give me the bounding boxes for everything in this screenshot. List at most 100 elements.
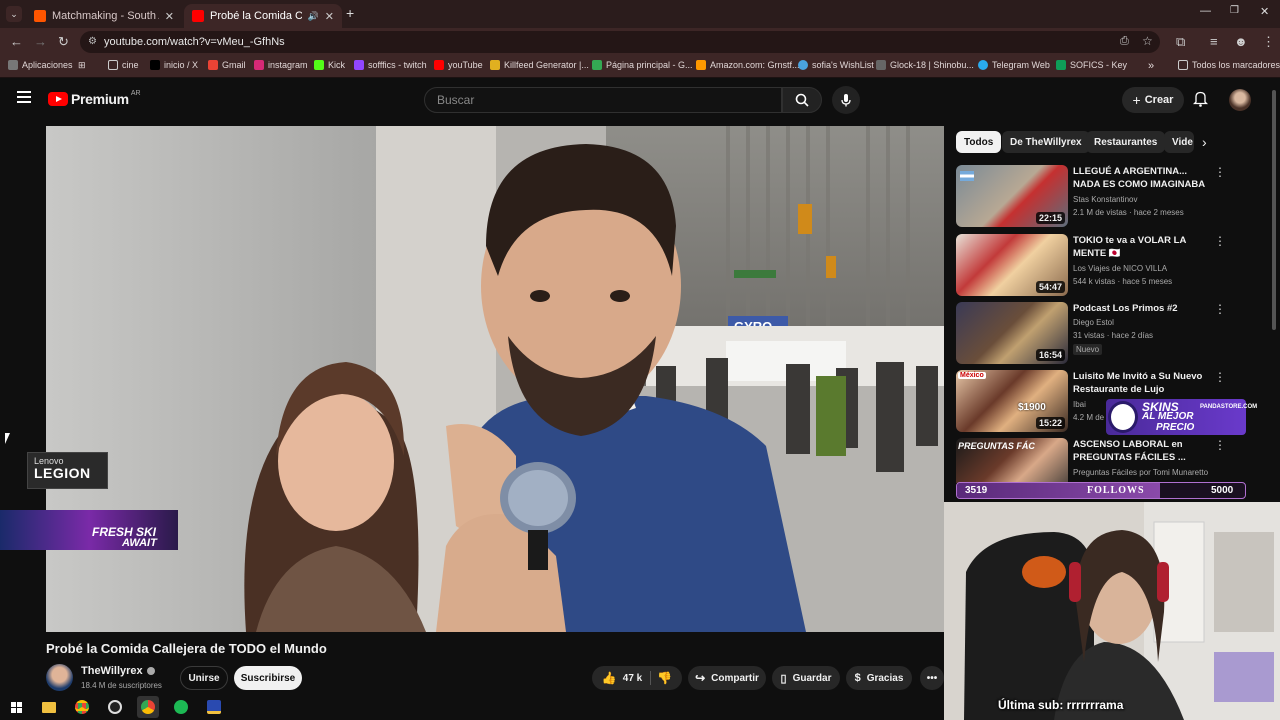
channel-avatar[interactable] <box>46 664 73 691</box>
browser-tab-youtube[interactable]: Probé la Comida Callejera d 🔊 ✕ <box>184 4 342 28</box>
duration-badge: 16:54 <box>1035 349 1065 361</box>
dislike-button[interactable]: 👎 <box>657 671 672 685</box>
chip-videos[interactable]: Vide <box>1164 131 1194 153</box>
duration-badge: 22:15 <box>1035 212 1065 224</box>
recommendation-item[interactable]: 16:54 Podcast Los Primos #2 Diego Estol … <box>956 302 1266 364</box>
file-explorer-icon[interactable] <box>38 696 60 718</box>
search-button[interactable] <box>782 87 822 113</box>
chip-restaurantes[interactable]: Restaurantes <box>1086 131 1166 153</box>
profile-icon[interactable]: ☻ <box>1234 34 1248 49</box>
bookmark-sofics-key[interactable]: SOFICS - Key <box>1056 60 1127 70</box>
reload-icon[interactable]: ↻ <box>58 34 69 50</box>
chip-todos[interactable]: Todos <box>956 131 1002 153</box>
hamburger-menu-icon[interactable] <box>17 91 31 103</box>
subscribe-button[interactable]: Suscribirse <box>234 666 302 690</box>
chrome-icon[interactable] <box>71 696 93 718</box>
bookmark-instagram[interactable]: instagram <box>254 60 308 70</box>
install-app-icon[interactable]: ⎙ <box>1120 35 1129 48</box>
windows-taskbar <box>0 696 230 720</box>
gmail-icon <box>208 60 218 70</box>
back-icon[interactable]: ← <box>10 34 23 49</box>
thumbs-up-icon: 👍 <box>601 671 617 685</box>
new-tab-icon[interactable]: + <box>346 5 354 21</box>
forward-icon[interactable]: → <box>34 34 47 49</box>
save-button[interactable]: ▯ Guardar <box>772 666 840 690</box>
site-info-icon[interactable]: ⚙ <box>88 36 97 47</box>
close-tab-icon[interactable]: ✕ <box>165 10 174 23</box>
create-button[interactable]: + Crear <box>1122 87 1184 113</box>
duration-badge: 54:47 <box>1035 281 1065 293</box>
tab-search-chevron-icon[interactable]: ⌄ <box>6 6 22 22</box>
close-window-icon[interactable]: ✕ <box>1260 5 1269 18</box>
bookmark-x[interactable]: inicio / X <box>150 60 198 70</box>
bookmark-kick[interactable]: Kick <box>314 60 345 70</box>
video-player[interactable]: GYRO <box>46 126 944 632</box>
notifications-bell-icon[interactable] <box>1192 90 1209 112</box>
bookmark-twitch[interactable]: sofffics - twitch <box>354 60 427 70</box>
page-scrollbar[interactable] <box>1272 90 1276 330</box>
close-tab-icon[interactable]: ✕ <box>325 10 334 23</box>
bookmark-icon: ▯ <box>780 672 787 685</box>
menu-kebab-icon[interactable]: ⋮ <box>1262 34 1275 50</box>
tab-groups-icon[interactable]: ⊞ <box>78 60 86 71</box>
bookmark-killfeed[interactable]: Killfeed Generator |... <box>490 60 589 70</box>
extensions-icon[interactable]: ⧉ <box>1176 34 1185 50</box>
recommendation-title: TOKIO te va a VOLAR LA MENTE 🇯🇵 <box>1073 235 1186 259</box>
voice-search-button[interactable] <box>832 86 860 114</box>
recommendation-channel: Stas Konstantinov <box>1073 195 1138 204</box>
recommendation-channel: Los Viajes de NICO VILLA <box>1073 264 1168 273</box>
search-input[interactable]: Buscar <box>424 87 782 113</box>
avatar[interactable] <box>1229 89 1251 111</box>
speaker-icon[interactable]: 🔊 <box>308 11 319 22</box>
preguntas-label: PREGUNTAS FÁC <box>958 441 1035 451</box>
mouse-cursor-icon <box>5 433 10 444</box>
bookmark-star-icon[interactable]: ☆ <box>1142 34 1153 48</box>
new-badge: Nuevo <box>1073 344 1103 355</box>
recommendation-menu-icon[interactable]: ⋮ <box>1214 302 1226 316</box>
recommendation-menu-icon[interactable]: ⋮ <box>1214 438 1226 452</box>
recommendation-item[interactable]: PREGUNTAS FÁC ASCENSO LABORAL en PREGUNT… <box>956 438 1266 483</box>
youtube-premium-logo[interactable]: Premium AR <box>48 90 141 107</box>
channel-name[interactable]: TheWillyrex <box>81 665 155 677</box>
windows-start-icon[interactable] <box>5 696 27 718</box>
recommendation-title: LLEGUÉ A ARGENTINA... NADA ES COMO IMAGI… <box>1073 166 1206 190</box>
bookmark-apps[interactable]: Aplicaciones <box>8 60 73 70</box>
bookmark-gmail[interactable]: Gmail <box>208 60 246 70</box>
like-button[interactable]: 👍 47 k <box>601 671 652 685</box>
bookmark-glock[interactable]: Glock-18 | Shinobu... <box>876 60 974 70</box>
recommendation-item[interactable]: 54:47 TOKIO te va a VOLAR LA MENTE 🇯🇵 Lo… <box>956 234 1266 296</box>
address-bar[interactable]: ⚙ youtube.com/watch?v=vMeu_-GfhNs ⎙ ☆ <box>80 31 1160 53</box>
obs-icon[interactable] <box>104 696 126 718</box>
bookmark-cine[interactable]: cine <box>108 60 139 70</box>
bookmark-telegram[interactable]: Telegram Web <box>978 60 1050 70</box>
more-bookmarks-icon[interactable]: » <box>1148 60 1154 72</box>
reading-list-icon[interactable]: ≡ <box>1210 34 1218 49</box>
more-actions-button[interactable]: ••• <box>920 666 944 690</box>
recommendation-menu-icon[interactable]: ⋮ <box>1214 234 1226 248</box>
bookmark-youtube[interactable]: youTube <box>434 60 483 70</box>
youtube-play-icon <box>48 92 68 106</box>
recommendation-item[interactable]: 22:15 LLEGUÉ A ARGENTINA... NADA ES COMO… <box>956 165 1266 227</box>
spotify-icon[interactable] <box>170 696 192 718</box>
bookmark-amazon[interactable]: Amazon.com: Grnstf... <box>696 60 800 70</box>
thanks-button[interactable]: $ Gracias <box>846 666 912 690</box>
all-bookmarks[interactable]: Todos los marcadores <box>1178 60 1280 70</box>
share-arrow-icon: ↪ <box>695 671 706 685</box>
browser-tab-matchmaking[interactable]: Matchmaking - South America ✕ <box>26 4 182 28</box>
recommendation-menu-icon[interactable]: ⋮ <box>1214 370 1226 384</box>
bookmark-wishlist[interactable]: sofia's WishList <box>798 60 874 70</box>
chips-next-icon[interactable]: › <box>1202 134 1207 150</box>
app-launcher-icon[interactable] <box>203 696 225 718</box>
minimize-icon[interactable]: — <box>1200 5 1211 17</box>
chrome-active-icon[interactable] <box>137 696 159 718</box>
video-title: Probé la Comida Callejera de TODO el Mun… <box>46 641 327 656</box>
skins-line-3: PRECIO <box>1156 422 1195 433</box>
recommendation-menu-icon[interactable]: ⋮ <box>1214 165 1226 179</box>
join-button[interactable]: Unirse <box>180 666 228 690</box>
youtube-header: Premium AR Buscar + Crear <box>0 80 1280 118</box>
faleceit-favicon-icon <box>34 10 46 22</box>
bookmark-pagina-principal[interactable]: Página principal - G... <box>592 60 693 70</box>
chip-de-thewillyrex[interactable]: De TheWillyrex <box>1002 131 1090 153</box>
restore-icon[interactable]: ❐ <box>1230 5 1239 16</box>
share-button[interactable]: ↪ Compartir <box>688 666 766 690</box>
